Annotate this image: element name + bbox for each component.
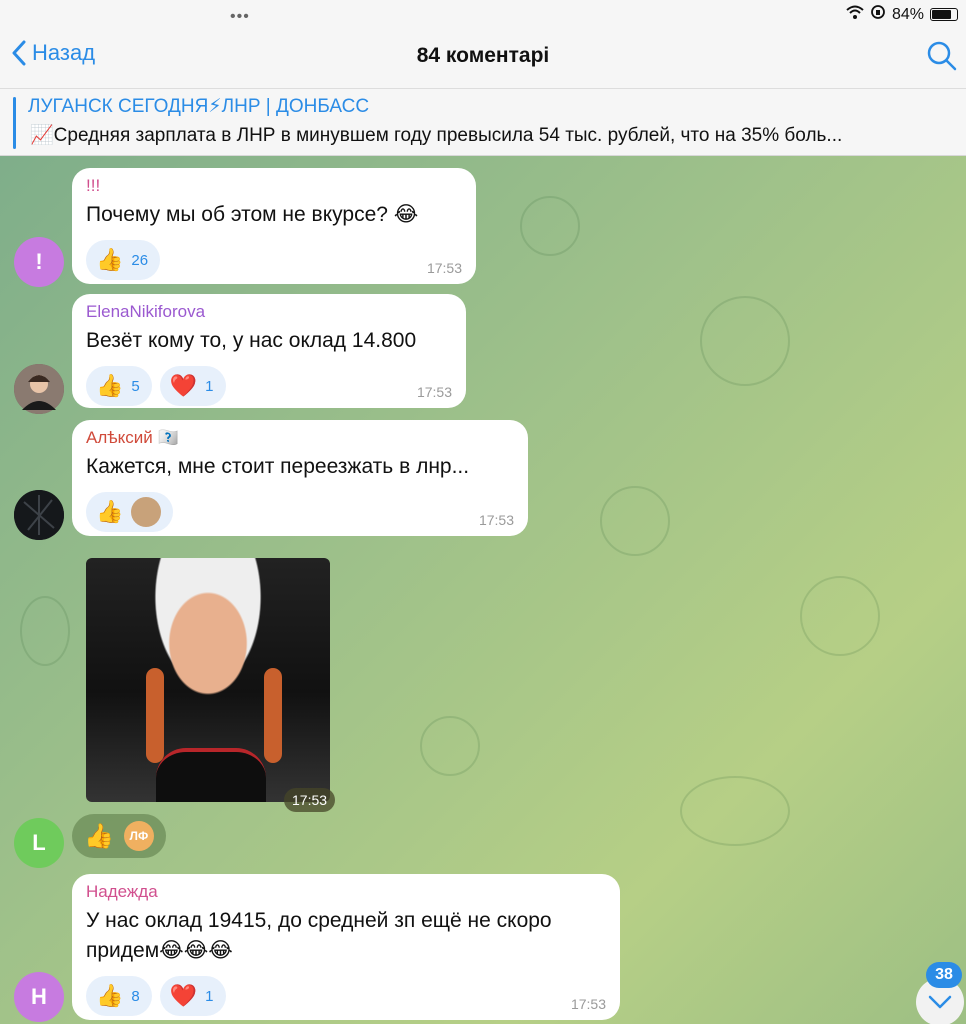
user-photo-icon bbox=[14, 490, 64, 540]
message-bubble[interactable]: !!! Почему мы об этом не вкурсе? 😂 👍 26 … bbox=[72, 168, 476, 284]
reaction-thumbs-up[interactable]: 👍 5 bbox=[86, 366, 152, 406]
message-time: 17:53 bbox=[478, 512, 514, 528]
page-title: 84 коментарі bbox=[416, 44, 550, 67]
message-time: 17:53 bbox=[426, 260, 462, 276]
message-bubble[interactable]: ElenaNikiforova Везёт кому то, у нас окл… bbox=[72, 294, 466, 408]
reaction-thumbs-up[interactable]: 👍 8 bbox=[86, 976, 152, 1016]
photo-message[interactable] bbox=[86, 558, 330, 802]
thumbs-up-icon: 👍 bbox=[96, 373, 124, 398]
message-text: Кажется, мне стоит переезжать в лнр... bbox=[86, 455, 470, 478]
avatar-initial: ! bbox=[35, 249, 43, 274]
reaction-heart[interactable]: ❤️ 1 bbox=[159, 976, 226, 1016]
photo-detail bbox=[264, 668, 282, 763]
battery-icon bbox=[930, 8, 958, 21]
avatar-initial: L bbox=[32, 830, 46, 855]
battery-percent: 84% bbox=[891, 5, 924, 23]
reaction-count: 26 bbox=[131, 251, 149, 269]
thumbs-up-icon: 👍 bbox=[96, 247, 124, 272]
status-bar: 84% bbox=[846, 4, 958, 25]
multitask-dots[interactable]: ••• bbox=[230, 8, 250, 26]
message-text: Почему мы об этом не вкурсе? 😂 bbox=[86, 203, 419, 226]
avatar[interactable]: Н bbox=[14, 972, 64, 1022]
unread-count-badge: 38 bbox=[926, 962, 962, 988]
top-bar: ••• 84% Назад 84 коментарі bbox=[0, 0, 966, 88]
avatar-initial: Н bbox=[31, 984, 47, 1009]
reaction-thumbs-up[interactable]: 👍 bbox=[86, 492, 174, 532]
heart-icon: ❤️ bbox=[169, 373, 198, 398]
message-author[interactable]: ElenaNikiforova bbox=[86, 302, 452, 322]
avatar[interactable] bbox=[14, 490, 64, 540]
message-time: 17:53 bbox=[570, 996, 606, 1012]
reactor-avatar bbox=[131, 497, 162, 527]
reactions: 👍 5 ❤️ 1 bbox=[86, 366, 452, 406]
photo-detail bbox=[146, 668, 164, 763]
message-author[interactable]: !!! bbox=[86, 176, 462, 196]
reactions: 👍 bbox=[86, 492, 514, 532]
message-author[interactable]: Алѣксий 🇩🇵 bbox=[86, 428, 514, 448]
reaction-heart[interactable]: ❤️ 1 bbox=[159, 366, 226, 406]
reactions: 👍 26 bbox=[86, 240, 462, 280]
reaction-count: 5 bbox=[131, 377, 140, 395]
reactor-avatar: ЛФ bbox=[123, 821, 154, 851]
reaction-thumbs-up[interactable]: 👍 26 bbox=[86, 240, 161, 280]
pinned-accent-bar bbox=[13, 97, 16, 149]
thumbs-up-icon: 👍 bbox=[96, 983, 124, 1008]
chevron-down-icon bbox=[928, 995, 952, 1009]
pinned-channel-name: ЛУГАНСК СЕГОДНЯ⚡ЛНР | ДОНБАСС bbox=[28, 96, 370, 117]
reaction-count: 1 bbox=[205, 377, 214, 395]
avatar[interactable] bbox=[14, 364, 64, 414]
search-icon bbox=[927, 41, 957, 71]
background-doodle bbox=[680, 776, 790, 846]
avatar[interactable]: ! bbox=[14, 237, 64, 287]
heart-icon: ❤️ bbox=[169, 983, 198, 1008]
reactions: 👍 8 ❤️ 1 bbox=[86, 976, 606, 1016]
message-bubble[interactable]: Надежда У нас оклад 19415, до средней зп… bbox=[72, 874, 620, 1020]
pinned-post[interactable]: ЛУГАНСК СЕГОДНЯ⚡ЛНР | ДОНБАСС 📈Средняя з… bbox=[0, 88, 966, 156]
background-doodle bbox=[700, 296, 790, 386]
background-doodle bbox=[800, 576, 880, 656]
avatar[interactable]: L bbox=[14, 818, 64, 868]
message-text: У нас оклад 19415, до средней зп ещё не … bbox=[86, 909, 552, 962]
message-text: Везёт кому то, у нас оклад 14.800 bbox=[86, 329, 417, 352]
photo-time: 17:53 bbox=[284, 788, 336, 812]
reaction-count: 1 bbox=[205, 987, 214, 1005]
photo-detail bbox=[156, 748, 266, 802]
thumbs-up-icon: 👍 bbox=[84, 822, 114, 850]
pinned-text: 📈Средняя зарплата в ЛНР в минувшем году … bbox=[30, 125, 843, 146]
message-time: 17:53 bbox=[416, 384, 452, 400]
wifi-icon bbox=[846, 5, 864, 24]
orientation-lock-icon bbox=[870, 4, 886, 25]
background-doodle bbox=[520, 196, 580, 256]
background-doodle bbox=[20, 596, 70, 666]
reactions[interactable]: 👍 ЛФ bbox=[72, 814, 166, 858]
thumbs-up-icon: 👍 bbox=[96, 499, 124, 524]
message-author[interactable]: Надежда bbox=[86, 882, 606, 902]
message-bubble[interactable]: Алѣксий 🇩🇵 Кажется, мне стоит переезжать… bbox=[72, 420, 528, 536]
background-doodle bbox=[600, 486, 670, 556]
background-doodle bbox=[420, 716, 480, 776]
reaction-count: 8 bbox=[131, 987, 140, 1005]
search-button[interactable] bbox=[926, 40, 958, 72]
user-photo-icon bbox=[14, 364, 64, 414]
